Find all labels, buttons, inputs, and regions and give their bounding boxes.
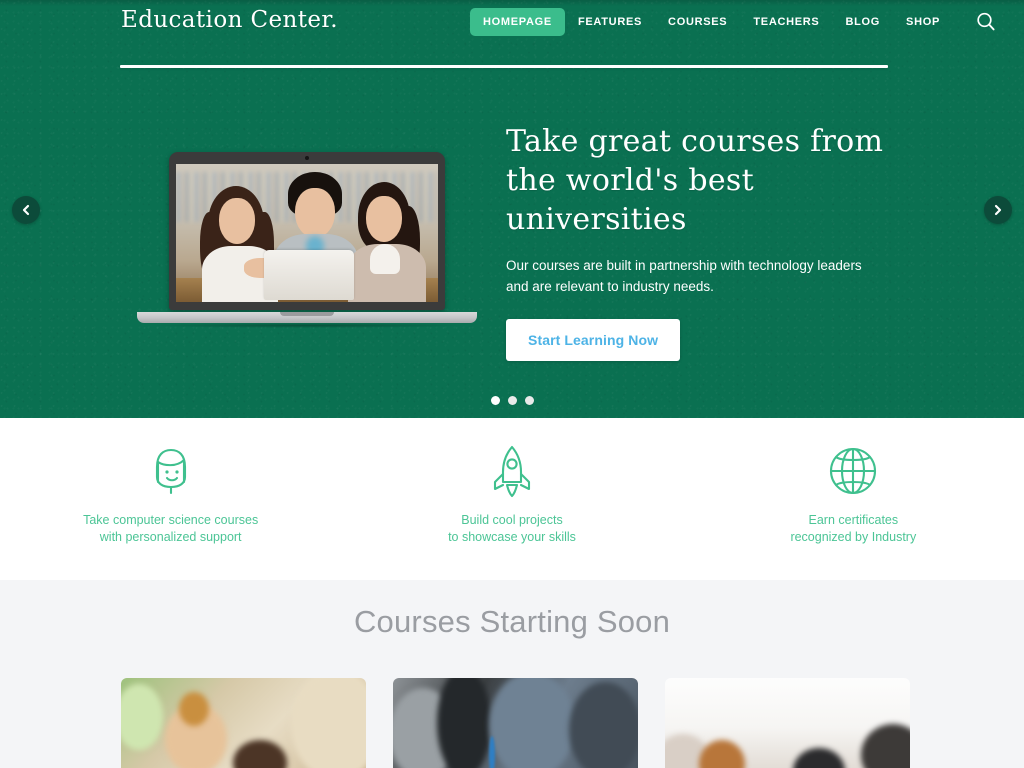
- nav-item-teachers[interactable]: TEACHERS: [740, 8, 832, 36]
- feature-text-line2: with personalized support: [99, 530, 242, 544]
- slider-dot-1[interactable]: [490, 396, 500, 405]
- course-card[interactable]: [665, 678, 910, 768]
- hero-copy: Take great courses from the world's best…: [506, 122, 906, 361]
- chevron-left-icon: [22, 204, 30, 216]
- nav-item-blog[interactable]: BLOG: [832, 8, 893, 36]
- course-card[interactable]: [393, 678, 638, 768]
- hero-subtitle: Our courses are built in partnership wit…: [506, 258, 862, 294]
- main-navigation: HOMEPAGE FEATURES COURSES TEACHERS BLOG …: [470, 8, 999, 36]
- feature-earn-certificates: Earn certificates recognized by Industry: [683, 418, 1024, 546]
- globe-icon: [683, 440, 1024, 502]
- slider-dot-2[interactable]: [507, 396, 517, 405]
- feature-text-line1: Build cool projects: [461, 513, 563, 527]
- header-divider: [120, 65, 888, 68]
- course-card-image: [393, 678, 638, 768]
- nav-item-shop[interactable]: SHOP: [893, 8, 953, 36]
- girl-face-icon: [0, 440, 341, 502]
- slider-dot-3[interactable]: [524, 396, 534, 405]
- start-learning-button[interactable]: Start Learning Now: [506, 319, 681, 361]
- course-card-image: [665, 678, 910, 768]
- course-card[interactable]: [121, 678, 366, 768]
- chevron-right-icon: [994, 204, 1002, 216]
- feature-text-line2: recognized by Industry: [790, 530, 917, 544]
- slider-dots: [0, 396, 1024, 405]
- slider-prev-button[interactable]: [12, 196, 40, 224]
- feature-text-line1: Take computer science courses: [83, 513, 259, 527]
- laptop-shadow: [151, 323, 463, 328]
- feature-build-projects: Build cool projects to showcase your ski…: [341, 418, 682, 546]
- site-logo[interactable]: Education Center.: [121, 7, 338, 33]
- feature-text-line2: to showcase your skills: [448, 530, 576, 544]
- feature-personalized-support: Take computer science courses with perso…: [0, 418, 341, 546]
- photo-inner-laptop: [264, 250, 354, 300]
- laptop-camera: [305, 156, 309, 160]
- course-card-list: [121, 678, 910, 768]
- site-header: Education Center. HOMEPAGE FEATURES COUR…: [0, 0, 1024, 46]
- laptop-lid: [169, 152, 445, 310]
- slider-next-button[interactable]: [984, 196, 1012, 224]
- feature-text-line1: Earn certificates: [808, 513, 899, 527]
- laptop-base: [137, 312, 477, 323]
- hero-image: [176, 164, 438, 302]
- hero-section: Education Center. HOMEPAGE FEATURES COUR…: [0, 0, 1024, 418]
- students-photo: [176, 164, 438, 302]
- nav-item-homepage[interactable]: HOMEPAGE: [470, 8, 565, 36]
- nav-item-courses[interactable]: COURSES: [655, 8, 740, 36]
- hero-laptop-mockup: [137, 152, 477, 328]
- search-icon[interactable]: [973, 9, 999, 35]
- features-section: Take computer science courses with perso…: [0, 418, 1024, 601]
- page-title: Courses Starting Soon: [353, 604, 671, 639]
- rocket-icon: [341, 440, 682, 502]
- course-card-image: [121, 678, 366, 768]
- hero-title: Take great courses from the world's best…: [506, 124, 884, 237]
- nav-item-features[interactable]: FEATURES: [565, 8, 655, 36]
